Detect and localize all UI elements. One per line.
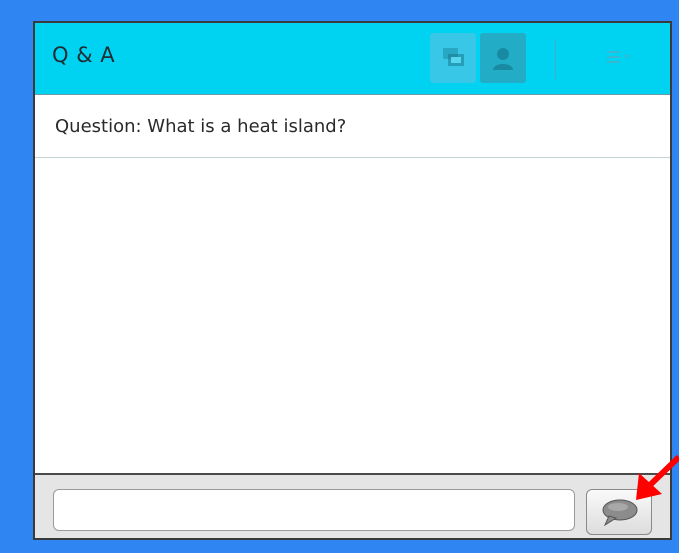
send-button[interactable] [586,489,652,535]
presenter-view-button[interactable] [480,33,526,83]
composer-bar [35,473,670,538]
window-frame: Q & A Question: What is a heat island? [20,18,679,553]
presenter-icon [493,48,513,70]
question-item[interactable]: Question: What is a heat island? [35,95,670,158]
question-text: Question: What is a heat island? [55,116,347,137]
question-input[interactable] [53,489,575,531]
shared-screen-icon [443,48,464,66]
pod-title: Q & A [52,43,116,67]
speech-bubble-icon [602,499,638,526]
shared-view-button[interactable] [430,33,476,83]
header-divider [555,39,556,79]
qa-pod: Q & A Question: What is a heat island? [33,21,672,540]
pod-header: Q & A [35,23,670,95]
menu-list-icon[interactable] [607,51,633,65]
